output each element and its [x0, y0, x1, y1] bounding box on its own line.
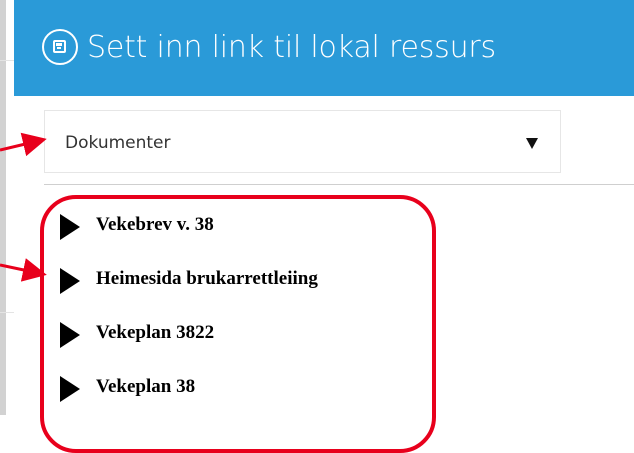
background-divider	[0, 60, 14, 61]
tree-item-label[interactable]: Vekebrev v. 38	[96, 213, 214, 237]
expand-arrow-icon[interactable]	[60, 376, 80, 402]
expand-arrow-icon[interactable]	[60, 268, 80, 294]
expand-arrow-icon[interactable]	[60, 322, 80, 348]
resource-type-select-value: Dokumenter	[65, 133, 171, 153]
screenshot-stage: Sett inn link til lokal ressurs Dokument…	[0, 0, 634, 453]
tree-item-label[interactable]: Heimesida brukarrettleiing	[96, 267, 318, 291]
expand-arrow-icon[interactable]	[60, 214, 80, 240]
insert-link-dialog: Sett inn link til lokal ressurs Dokument…	[14, 0, 634, 453]
dialog-header: Sett inn link til lokal ressurs	[14, 0, 634, 96]
dialog-title: Sett inn link til lokal ressurs	[87, 30, 496, 65]
save-disk-icon	[42, 29, 78, 65]
background-page-strip	[0, 0, 14, 453]
background-scroll-edge	[0, 0, 6, 415]
caret-down-icon[interactable]	[526, 138, 538, 149]
resource-type-select[interactable]: Dokumenter	[44, 110, 561, 173]
tree-item-label[interactable]: Vekeplan 38	[96, 375, 195, 399]
tree-item-label[interactable]: Vekeplan 3822	[96, 321, 214, 345]
section-divider	[44, 184, 634, 185]
background-divider	[0, 312, 14, 313]
